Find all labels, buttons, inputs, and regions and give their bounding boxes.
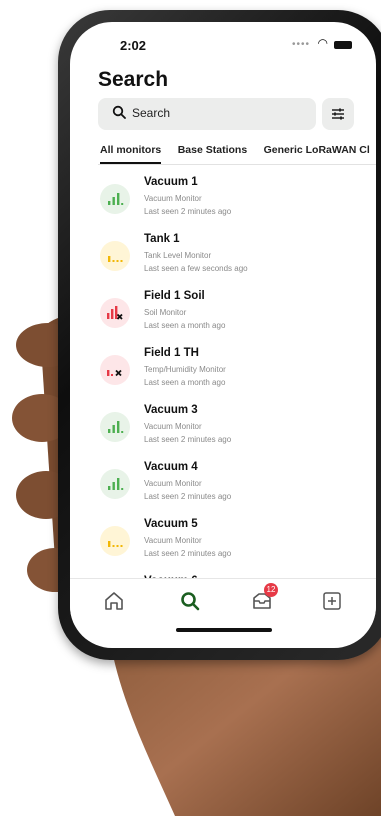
home-indicator (176, 628, 272, 632)
monitor-list: Vacuum 1 Vacuum Monitor Last seen 2 minu… (70, 172, 376, 586)
monitor-last-seen: Last seen a month ago (144, 321, 226, 330)
monitor-name: Field 1 Soil (144, 290, 205, 302)
tab-base-stations[interactable]: Base Stations (178, 144, 247, 162)
monitor-name: Vacuum 4 (144, 461, 198, 473)
filter-button[interactable] (322, 98, 354, 130)
search-tab[interactable] (178, 589, 202, 613)
signal-weak-icon (100, 241, 130, 271)
monitor-name: Vacuum 3 (144, 404, 198, 416)
add-tab[interactable] (320, 589, 344, 613)
monitor-name: Tank 1 (144, 233, 180, 245)
signal-offline-icon (100, 355, 130, 385)
battery-icon (334, 41, 352, 49)
monitor-last-seen: Last seen 2 minutes ago (144, 207, 232, 216)
status-time: 2:02 (120, 38, 147, 53)
tab-all-monitors[interactable]: All monitors (100, 144, 162, 164)
monitor-last-seen: Last seen 2 minutes ago (144, 549, 232, 558)
home-tab[interactable] (102, 589, 126, 613)
signal-weak-icon (100, 526, 130, 556)
monitor-type: Soil Monitor (144, 308, 187, 317)
monitor-type: Tank Level Monitor (144, 251, 212, 260)
wifi-icon: ◠ (317, 36, 328, 50)
tabs-divider (98, 164, 376, 165)
monitor-last-seen: Last seen a month ago (144, 378, 226, 387)
list-item[interactable]: Vacuum 4 Vacuum Monitor Last seen 2 minu… (70, 457, 376, 514)
monitor-name: Vacuum 1 (144, 176, 198, 188)
tab-generic-lorawan[interactable]: Generic LoRaWAN Cl (264, 144, 370, 162)
monitor-type: Vacuum Monitor (144, 536, 202, 545)
list-item[interactable]: Field 1 TH Temp/Humidity Monitor Last se… (70, 343, 376, 400)
alerts-badge: 12 (264, 583, 278, 597)
page-title: Search (98, 68, 169, 91)
monitor-last-seen: Last seen 2 minutes ago (144, 435, 232, 444)
list-item[interactable]: Tank 1 Tank Level Monitor Last seen a fe… (70, 229, 376, 286)
signal-offline-icon (100, 298, 130, 328)
monitor-type: Vacuum Monitor (144, 422, 202, 431)
search-icon (112, 105, 126, 119)
alerts-tab[interactable]: 12 (250, 583, 278, 613)
list-item[interactable]: Vacuum 1 Vacuum Monitor Last seen 2 minu… (70, 172, 376, 229)
search-input[interactable]: Search (98, 98, 316, 130)
signal-good-icon (100, 469, 130, 499)
status-bar: 2:02 •••• ◠ (70, 22, 376, 62)
monitor-type: Vacuum Monitor (144, 479, 202, 488)
signal-good-icon (100, 184, 130, 214)
list-item[interactable]: Vacuum 3 Vacuum Monitor Last seen 2 minu… (70, 400, 376, 457)
signal-good-icon (100, 412, 130, 442)
monitor-last-seen: Last seen a few seconds ago (144, 264, 248, 273)
monitor-name: Vacuum 5 (144, 518, 198, 530)
sliders-icon (332, 108, 344, 120)
add-icon (323, 592, 341, 610)
bottom-tab-bar: 12 (70, 578, 376, 625)
list-item[interactable]: Field 1 Soil Soil Monitor Last seen a mo… (70, 286, 376, 343)
signal-dots-icon: •••• (291, 39, 310, 50)
filter-tabs: All monitors Base Stations Generic LoRaW… (100, 140, 376, 164)
monitor-type: Temp/Humidity Monitor (144, 365, 226, 374)
monitor-name: Field 1 TH (144, 347, 199, 359)
monitor-type: Vacuum Monitor (144, 194, 202, 203)
list-item[interactable]: Vacuum 5 Vacuum Monitor Last seen 2 minu… (70, 514, 376, 571)
home-icon (105, 592, 123, 610)
search-icon (181, 592, 200, 611)
monitor-last-seen: Last seen 2 minutes ago (144, 492, 232, 501)
phone-screen: 2:02 •••• ◠ Search Search All monitors B… (70, 22, 376, 648)
search-placeholder: Search (132, 106, 171, 120)
